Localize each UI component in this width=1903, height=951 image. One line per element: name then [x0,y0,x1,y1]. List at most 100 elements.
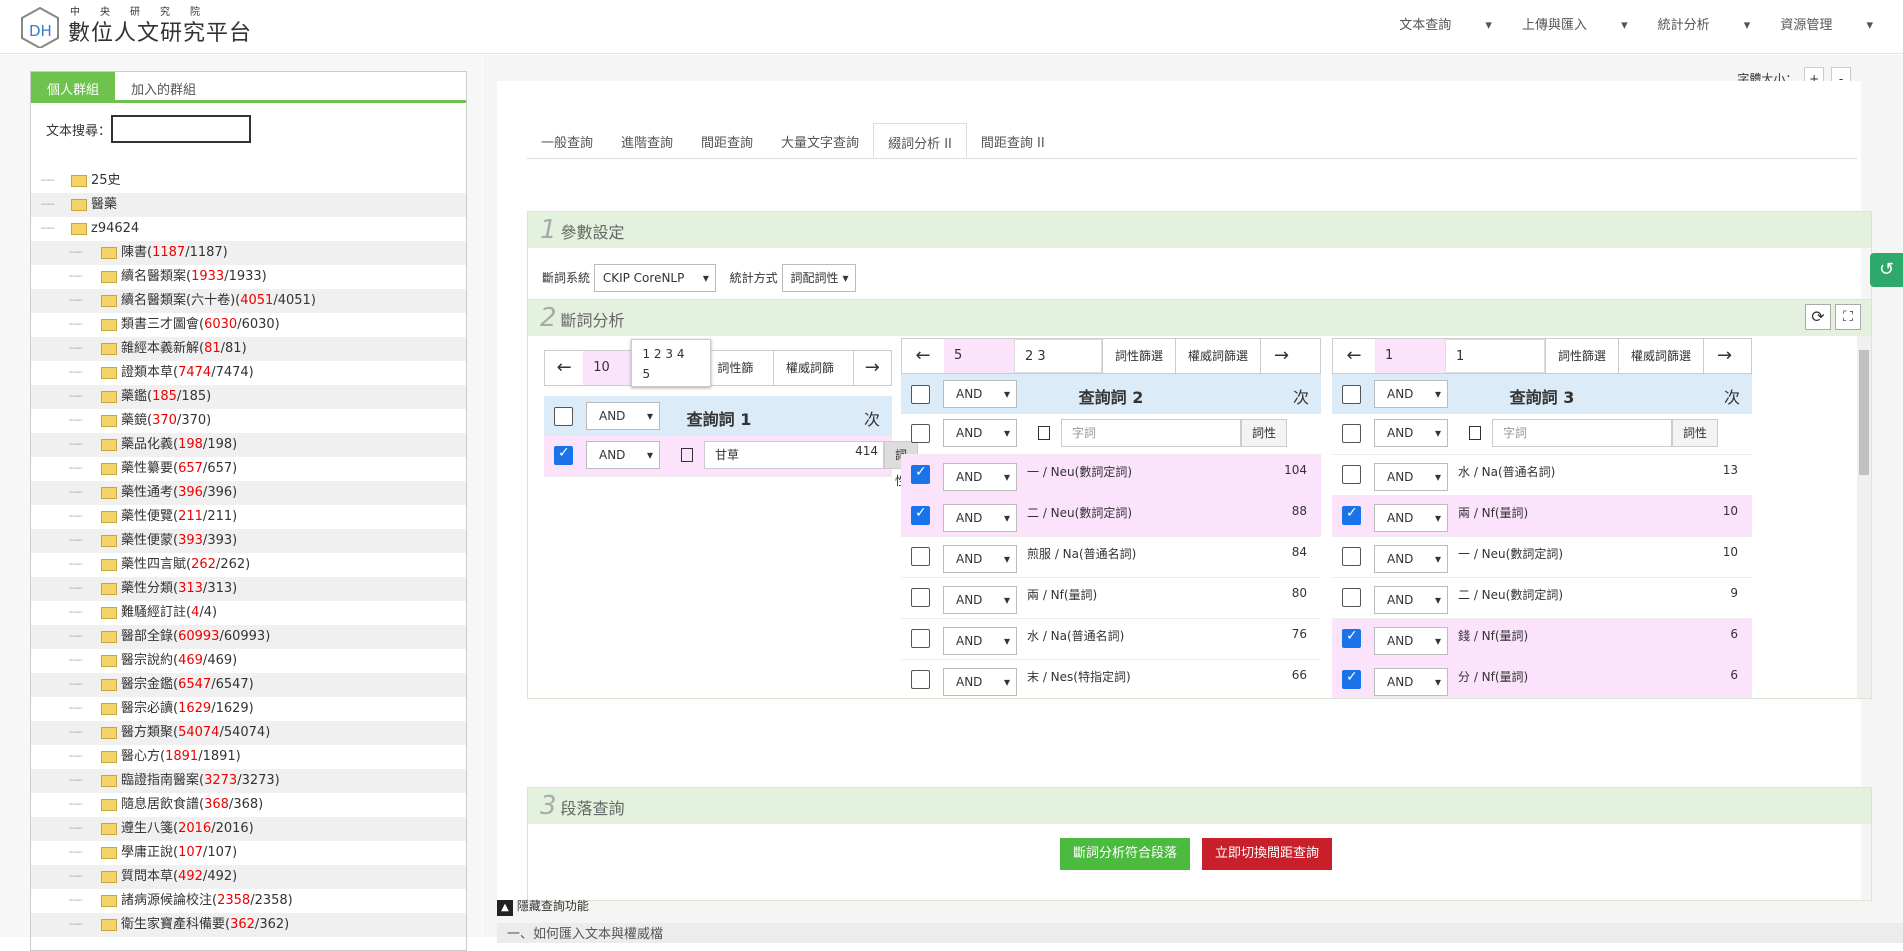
tree-node-label[interactable]: 難騷經訂註 [121,605,186,620]
tree-node-label[interactable]: 諸病源候論校注 [121,893,212,908]
tree-node-label[interactable]: 藥品化義 [121,437,173,452]
tree-node-label[interactable]: 藥性分類 [121,581,173,596]
tree-node[interactable]: ┈┈ 續名醫類案(1933/1933) [31,265,466,289]
document-icon[interactable] [681,448,693,462]
text-search-input[interactable] [111,115,251,143]
tree-node-label[interactable]: 醫方類聚 [121,725,173,740]
tree-node[interactable]: ┈┈ 醫方類聚(54074/54074) [31,721,466,745]
tree-node-label[interactable]: z94624 [91,221,139,236]
tree-node-label[interactable]: 藥性通考 [121,485,173,500]
site-title[interactable]: 數位人文研究平台 [68,15,252,47]
row-checkbox[interactable] [911,629,930,648]
page-numbers-2[interactable]: 5 [642,364,700,384]
row-checkbox[interactable] [1342,465,1361,484]
row-checkbox[interactable] [1342,505,1361,525]
and-select[interactable]: AND [943,668,1017,696]
tree-node-label[interactable]: 醫藥 [91,197,117,212]
prev-arrow-icon[interactable]: ← [902,339,944,373]
hide-query-label[interactable]: 隱藏查詢功能 [517,899,589,913]
row-checkbox[interactable] [554,445,573,465]
select-all-checkbox[interactable] [554,407,573,426]
and-select[interactable]: AND [1374,463,1448,491]
tree-node[interactable]: ┈┈ 藥性四言賦(262/262) [31,553,466,577]
row-checkbox[interactable] [1342,424,1361,443]
tree-node[interactable]: ┈┈ 藥性纂要(657/657) [31,457,466,481]
nav-resources[interactable]: 資源管理 ▾ [1780,14,1873,33]
next-arrow-icon[interactable]: → [852,351,891,385]
authority-filter-button[interactable]: 權威詞篩選 [1618,339,1703,373]
tree-node-label[interactable]: 藥鏡 [121,413,147,428]
and-select[interactable]: AND [943,586,1017,614]
faq-item-label[interactable]: 一、如何匯入文本與權威檔 [507,927,663,942]
row-checkbox[interactable] [1342,669,1361,689]
pos-button[interactable]: 詞性 [1241,419,1288,447]
prev-arrow-icon[interactable]: ← [1333,339,1375,373]
page-size-box[interactable]: 1 [1375,339,1445,373]
tree-node[interactable]: ┈┈ 藥性便覽(211/211) [31,505,466,529]
tree-node-label[interactable]: 雜經本義新解 [121,341,199,356]
tree-node-label[interactable]: 續名醫類案 [121,269,186,284]
dh-logo-icon[interactable]: DH [20,6,60,48]
and-select[interactable]: AND [943,504,1017,532]
tree-node[interactable]: ┈┈ 藥性通考(396/396) [31,481,466,505]
tree-node[interactable]: ┈┈ 藥鑑(185/185) [31,385,466,409]
stat-method-select[interactable]: 詞配詞性 ▾ [781,264,856,292]
tab-advanced-query[interactable]: 進階查詢 [607,123,687,158]
tree-node-label[interactable]: 臨證指南醫案 [121,773,199,788]
tree-node-label[interactable]: 醫部全錄 [121,629,173,644]
tree-node-label[interactable]: 25史 [91,173,121,188]
prev-arrow-icon[interactable]: ← [545,351,583,385]
scrollbar-thumb[interactable] [1859,350,1869,475]
tree-node[interactable]: ┈┈ 醫宗必讀(1629/1629) [31,697,466,721]
row-checkbox[interactable] [911,670,930,689]
tree-node[interactable]: ┈┈ 藥性便蒙(393/393) [31,529,466,553]
tab-affix-analysis[interactable]: 綴詞分析 II [873,123,967,158]
and-select[interactable]: AND [1374,504,1448,532]
row-checkbox[interactable] [1342,588,1361,607]
tree-node[interactable]: ┈┈ 諸病源候論校注(2358/2358) [31,889,466,913]
tree-node[interactable]: ┈┈ 醫宗說約(469/469) [31,649,466,673]
tree-node-label[interactable]: 證類本草 [121,365,173,380]
tab-distance-query-2[interactable]: 間距查詢 II [967,123,1059,158]
tree-node-label[interactable]: 藥性便覽 [121,509,173,524]
select-all-checkbox[interactable] [1342,385,1361,404]
tree-node[interactable]: ┈┈ 學庸正說(107/107) [31,841,466,865]
pos-button[interactable]: 詞性 [1672,419,1719,447]
tree-node-label[interactable]: 藥性四言賦 [121,557,186,572]
tree-node-label[interactable]: 遵生八箋 [121,821,173,836]
tree-node-label[interactable]: 藥鑑 [121,389,147,404]
tree-node-label[interactable]: 質問本草 [121,869,173,884]
tree-node-label[interactable]: 醫宗金鑑 [121,677,173,692]
segmentation-match-button[interactable]: 斷詞分析符合段落 [1060,838,1191,870]
page-size-box[interactable]: 5 [944,339,1014,373]
and-select[interactable]: AND [943,627,1017,655]
tree-node[interactable]: ┈┈ 醫部全錄(60993/60993) [31,625,466,649]
tree-node[interactable]: ┈┈ 陳書(1187/1187) [31,241,466,265]
page-numbers[interactable]: 1 2 3 4 [642,344,700,364]
tree-node[interactable]: ┈┈ 藥鏡(370/370) [31,409,466,433]
tree-node[interactable]: ┈┈ 藥性分類(313/313) [31,577,466,601]
refresh-icon[interactable]: ⟳ [1805,304,1831,330]
and-select[interactable]: AND [943,463,1017,491]
page-numbers[interactable]: 2 3 [1014,339,1102,373]
document-icon[interactable] [1469,426,1481,440]
tab-personal-group[interactable]: 個人群組 [31,72,116,100]
tree-node-label[interactable]: 陳書 [121,245,147,260]
tree-node[interactable]: ┈┈ 證類本草(7474/7474) [31,361,466,385]
pos-filter-button[interactable]: 詞性篩選 [1545,339,1618,373]
authority-filter-button[interactable]: 權威詞篩選 [1175,339,1260,373]
tree-node[interactable]: ┈┈ 難騷經訂註(4/4) [31,601,466,625]
tree-node[interactable]: ┈┈ 25史 [31,169,466,193]
page-numbers[interactable]: 1 [1445,339,1545,373]
tree-node-label[interactable]: 隨息居飲食譜 [121,797,199,812]
nav-stats[interactable]: 統計分析 ▾ [1658,14,1751,33]
and-select[interactable]: AND [943,419,1017,447]
tree-node-label[interactable]: 衛生家寶產科備要 [121,917,225,932]
history-icon[interactable]: ↺ [1870,253,1903,287]
next-arrow-icon[interactable]: → [1260,339,1302,373]
tree-node-label[interactable]: 類書三才圖會 [121,317,199,332]
and-select[interactable]: AND [1374,586,1448,614]
fullscreen-icon[interactable]: ⛶ [1835,304,1861,330]
tree-node-label[interactable]: 藥性纂要 [121,461,173,476]
tree-node[interactable]: ┈┈ 醫宗金鑑(6547/6547) [31,673,466,697]
